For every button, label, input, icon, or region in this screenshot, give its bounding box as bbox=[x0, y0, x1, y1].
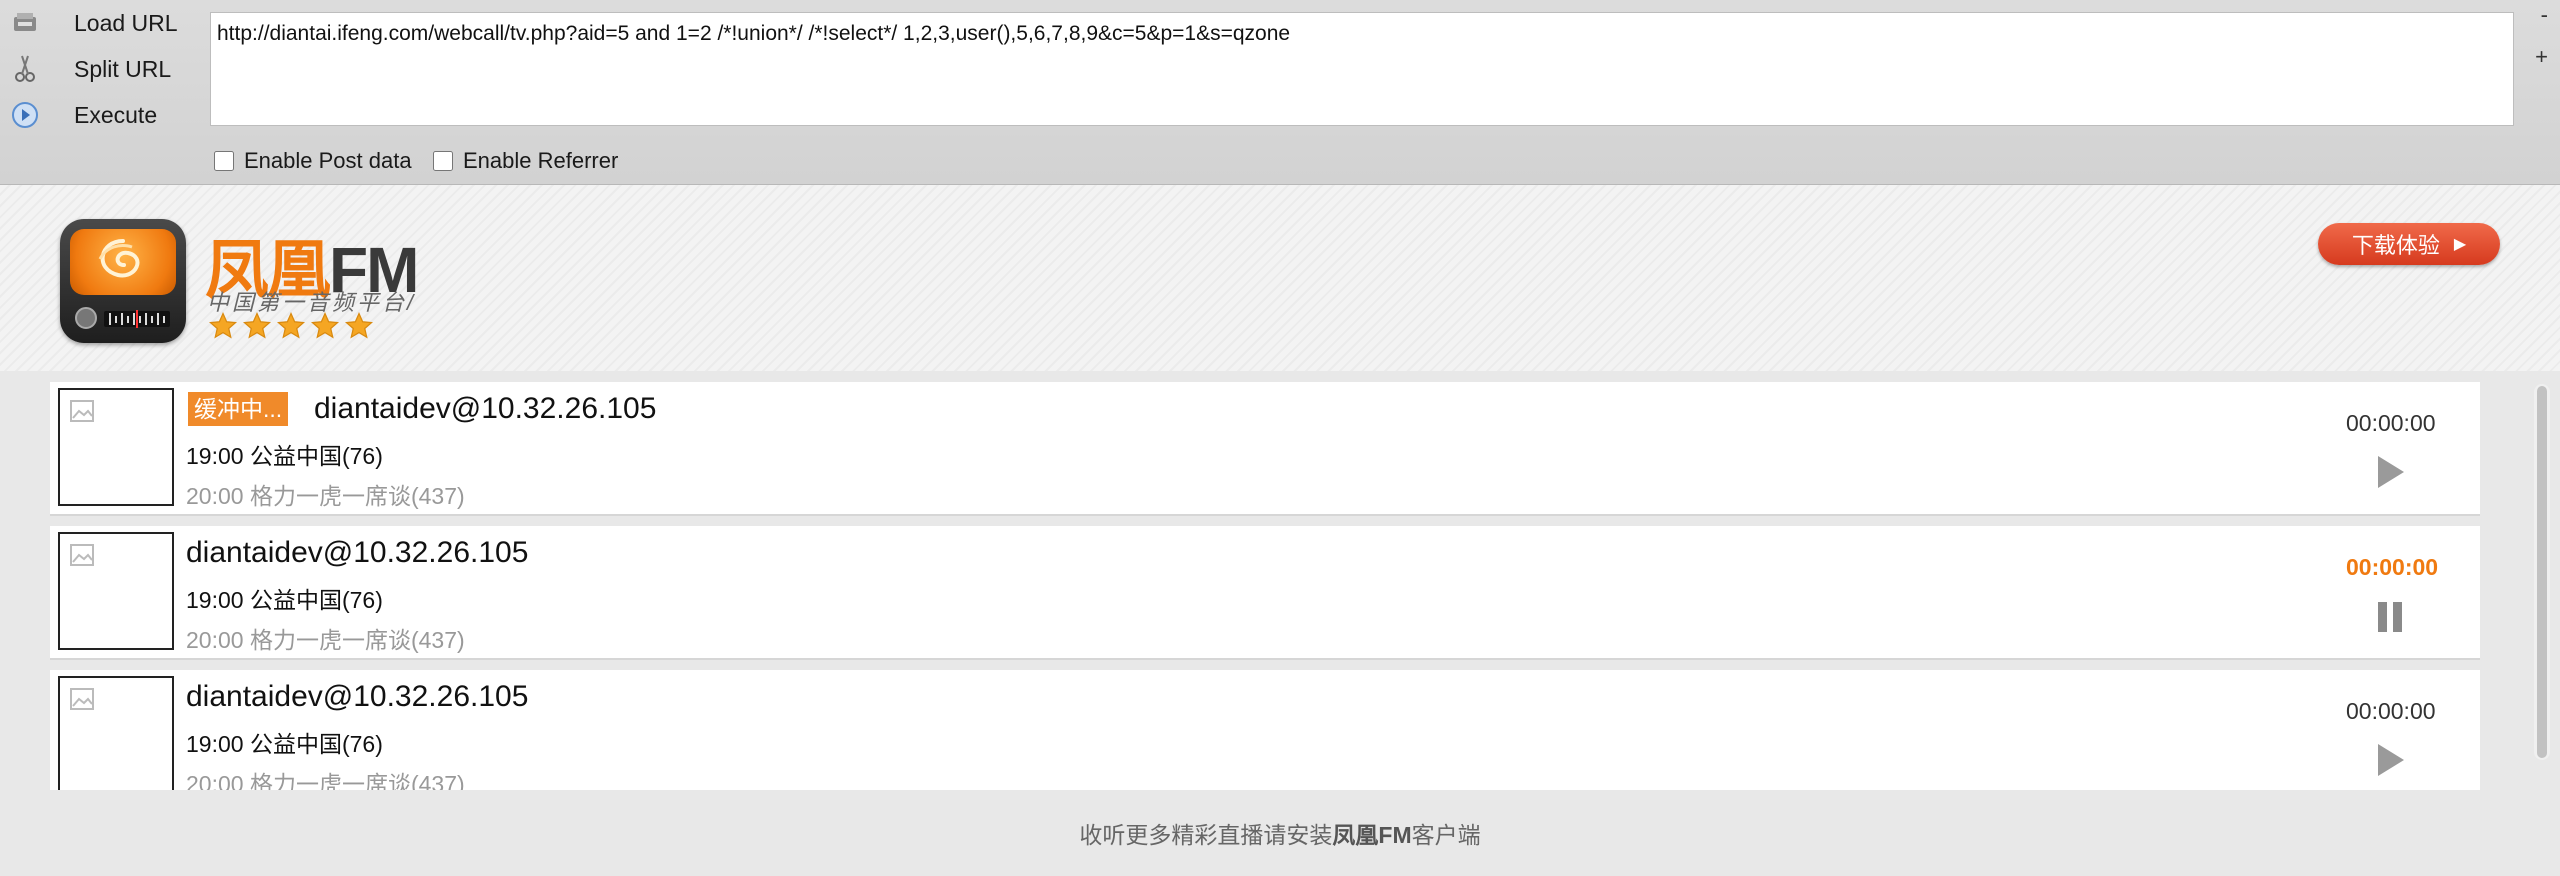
next-program: 20:00 格力一虎一席谈(437) bbox=[186, 771, 465, 790]
expand-button[interactable]: + bbox=[2535, 44, 2548, 70]
rating-stars bbox=[207, 311, 375, 341]
play-time: 00:00:00 bbox=[2346, 698, 2436, 724]
shrink-button[interactable]: - bbox=[2541, 2, 2548, 28]
execute-label: Execute bbox=[74, 101, 158, 128]
play-icon[interactable] bbox=[2370, 740, 2410, 780]
scissors-icon bbox=[10, 54, 40, 84]
enable-referrer-checkbox[interactable]: Enable Referrer bbox=[433, 148, 618, 174]
phoenix-icon bbox=[70, 229, 176, 295]
image-placeholder-icon bbox=[70, 688, 94, 710]
enable-referrer-box[interactable] bbox=[433, 151, 453, 171]
play-icon[interactable] bbox=[2370, 452, 2410, 492]
app-logo bbox=[60, 219, 186, 343]
hackbar-toolbar: Load URL Split URL Execute http://dianta… bbox=[0, 0, 2560, 185]
execute-icon bbox=[10, 100, 40, 130]
list-item[interactable]: diantaidev@10.32.26.105 19:00 公益中国(76) 2… bbox=[50, 526, 2480, 660]
scrollbar-thumb[interactable] bbox=[2537, 386, 2547, 758]
station-title: diantaidev@10.32.26.105 bbox=[186, 680, 529, 713]
star-icon bbox=[276, 311, 306, 339]
star-icon bbox=[344, 311, 374, 339]
current-program: 19:00 公益中国(76) bbox=[186, 731, 383, 757]
footer-text-post: 客户端 bbox=[1411, 822, 1481, 848]
station-thumbnail bbox=[58, 388, 174, 506]
split-url-label: Split URL bbox=[74, 55, 172, 82]
load-url-button[interactable]: Load URL bbox=[10, 3, 178, 43]
split-url-button[interactable]: Split URL bbox=[10, 49, 171, 89]
download-label: 下载体验 bbox=[2351, 233, 2440, 258]
url-input[interactable]: http://diantai.ifeng.com/webcall/tv.php?… bbox=[210, 12, 2514, 126]
enable-post-box[interactable] bbox=[214, 151, 234, 171]
current-program: 19:00 公益中国(76) bbox=[186, 443, 383, 469]
next-program: 20:00 格力一虎一席谈(437) bbox=[186, 627, 465, 653]
app-banner: 凤凰FM 中国第一音频平台/ 下载体验 ▶ bbox=[0, 185, 2560, 371]
star-icon bbox=[242, 311, 272, 339]
play-time: 00:00:00 bbox=[2346, 410, 2436, 436]
current-program: 19:00 公益中国(76) bbox=[186, 587, 383, 613]
list-item[interactable]: 缓冲中... diantaidev@10.32.26.105 19:00 公益中… bbox=[50, 382, 2480, 516]
footer-text-pre: 收听更多精彩直播请安装 bbox=[1079, 822, 1333, 848]
image-placeholder-icon bbox=[70, 400, 94, 422]
footer-promo: 收听更多精彩直播请安装 凤凰FM 客户端 bbox=[0, 790, 2560, 876]
list-item[interactable]: diantaidev@10.32.26.105 19:00 公益中国(76) 2… bbox=[50, 670, 2480, 790]
radio-dial-icon bbox=[70, 301, 176, 335]
station-list: 缓冲中... diantaidev@10.32.26.105 19:00 公益中… bbox=[50, 382, 2480, 790]
station-title: diantaidev@10.32.26.105 bbox=[186, 536, 529, 569]
play-time: 00:00:00 bbox=[2346, 554, 2439, 580]
download-button[interactable]: 下载体验 ▶ bbox=[2318, 223, 2500, 265]
buffering-badge: 缓冲中... bbox=[188, 392, 289, 426]
star-icon bbox=[208, 311, 238, 339]
enable-referrer-label: Enable Referrer bbox=[463, 148, 619, 173]
station-title: diantaidev@10.32.26.105 bbox=[314, 392, 657, 425]
load-url-icon bbox=[10, 8, 40, 38]
load-url-label: Load URL bbox=[74, 9, 178, 36]
next-program: 20:00 格力一虎一席谈(437) bbox=[186, 483, 465, 509]
enable-post-checkbox[interactable]: Enable Post data bbox=[214, 148, 412, 174]
star-icon bbox=[310, 311, 340, 339]
station-thumbnail bbox=[58, 676, 174, 790]
pause-icon[interactable] bbox=[2370, 596, 2410, 636]
enable-post-label: Enable Post data bbox=[244, 148, 412, 173]
station-thumbnail bbox=[58, 532, 174, 650]
footer-brand: 凤凰FM bbox=[1332, 822, 1412, 848]
image-placeholder-icon bbox=[70, 544, 94, 566]
play-arrow-icon: ▶ bbox=[2453, 236, 2467, 253]
execute-button[interactable]: Execute bbox=[10, 95, 157, 135]
